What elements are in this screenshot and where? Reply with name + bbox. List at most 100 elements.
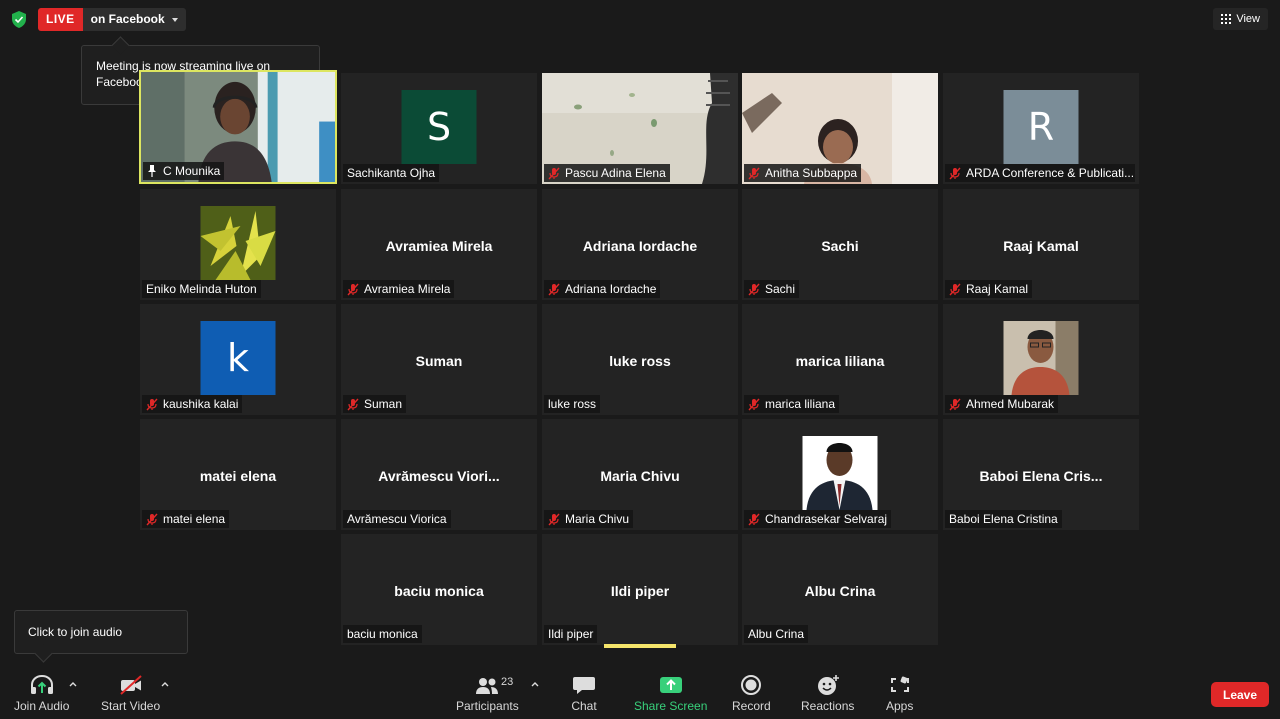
participant-avatar: k: [200, 321, 276, 395]
participant-profile-picture-frame: [802, 436, 878, 510]
mic-muted-icon: [146, 513, 158, 525]
participant-name: Chandrasekar Selvaraj: [765, 512, 888, 526]
participant-display-name: Adriana Iordache: [582, 237, 698, 254]
participant-display-name: Baboi Elena Cris...: [979, 467, 1103, 484]
participant-profile-picture-frame: [200, 206, 276, 280]
participant-tile[interactable]: Sachi Sachi: [742, 189, 938, 300]
participant-tile[interactable]: Avramiea Mirela Avramiea Mirela: [341, 189, 537, 300]
participant-tile[interactable]: Avrămescu Viori... Avrămescu Viorica: [341, 419, 537, 530]
participant-display-name: Avramiea Mirela: [385, 237, 493, 254]
participant-name: baciu monica: [347, 627, 418, 641]
participant-display-name: Ildi piper: [610, 582, 670, 599]
participant-tile[interactable]: Pascu Adina Elena: [542, 73, 738, 184]
live-stream-indicator[interactable]: LIVE on Facebook: [38, 8, 186, 31]
chat-button[interactable]: Chat: [571, 674, 597, 713]
participant-tile[interactable]: Ahmed Mubarak: [943, 304, 1139, 415]
participant-name: kaushika kalai: [163, 397, 239, 411]
participant-name-label: Pascu Adina Elena: [544, 164, 670, 182]
join-audio-tooltip-text: Click to join audio: [28, 625, 123, 639]
participant-tile[interactable]: Chandrasekar Selvaraj: [742, 419, 938, 530]
participant-tile[interactable]: luke ross luke ross: [542, 304, 738, 415]
participant-name-label: C Mounika: [143, 162, 225, 180]
view-button[interactable]: View: [1213, 8, 1268, 30]
mic-muted-icon: [949, 398, 961, 410]
mic-muted-icon: [548, 513, 560, 525]
participant-name: Avramiea Mirela: [364, 282, 451, 296]
participant-tile[interactable]: C Mounika: [139, 70, 337, 184]
participant-display-name: luke ross: [609, 352, 671, 369]
participant-tile[interactable]: S Sachikanta Ojha: [341, 73, 537, 184]
participant-display-name: marica liliana: [795, 352, 885, 369]
participant-name-label: Suman: [343, 395, 407, 413]
participant-tile[interactable]: k kaushika kalai: [140, 304, 336, 415]
participants-icon: [476, 678, 499, 694]
record-button[interactable]: Record: [732, 674, 771, 713]
start-video-label: Start Video: [101, 699, 161, 713]
participant-tile[interactable]: baciu monica baciu monica: [341, 534, 537, 645]
mic-muted-icon: [748, 283, 760, 295]
participant-name: Eniko Melinda Huton: [146, 282, 257, 296]
participant-profile-picture: [200, 206, 276, 280]
leave-button[interactable]: Leave: [1211, 682, 1269, 707]
participant-name: ARDA Conference & Publicati...: [966, 166, 1135, 180]
mic-muted-icon: [347, 283, 359, 295]
mic-muted-icon: [949, 167, 961, 179]
participant-name-label: Sachi: [744, 280, 800, 298]
participant-tile[interactable]: R ARDA Conference & Publicati...: [943, 73, 1139, 184]
participant-name: Anitha Subbappa: [765, 166, 858, 180]
chat-bubble-icon: [573, 677, 595, 694]
chat-label: Chat: [571, 699, 597, 713]
participant-name: Avrămescu Viorica: [347, 512, 447, 526]
apps-button[interactable]: Apps: [886, 674, 913, 713]
reactions-button[interactable]: Reactions: [801, 674, 854, 713]
audio-options-chevron-up-icon[interactable]: [69, 681, 77, 687]
participant-display-name: Sachi: [821, 237, 859, 254]
participant-name: C Mounika: [163, 164, 221, 178]
participant-name-label: Raaj Kamal: [945, 280, 1033, 298]
participant-name: marica liliana: [765, 397, 836, 411]
participant-name: Albu Crina: [748, 627, 805, 641]
participant-name-label: Maria Chivu: [544, 510, 634, 528]
participant-tile[interactable]: Ildi piper Ildi piper: [542, 534, 738, 645]
record-icon: [741, 675, 762, 695]
participant-name: Sachi: [765, 282, 796, 296]
participant-name: Ildi piper: [548, 627, 594, 641]
share-screen-button[interactable]: Share Screen: [634, 674, 707, 713]
participant-tile[interactable]: marica liliana marica liliana: [742, 304, 938, 415]
participant-tile[interactable]: Suman Suman: [341, 304, 537, 415]
participant-tile[interactable]: Baboi Elena Cris... Baboi Elena Cristina: [943, 419, 1139, 530]
participant-display-name: Albu Crina: [804, 582, 876, 599]
participant-name-label: Eniko Melinda Huton: [142, 280, 261, 298]
participant-name-label: baciu monica: [343, 625, 422, 643]
participant-name-label: kaushika kalai: [142, 395, 243, 413]
mic-muted-icon: [748, 167, 760, 179]
participant-name: matei elena: [163, 512, 226, 526]
participant-tile[interactable]: Eniko Melinda Huton: [140, 189, 336, 300]
participant-name: Sachikanta Ojha: [347, 166, 436, 180]
participant-name: Raaj Kamal: [966, 282, 1029, 296]
video-off-icon: [119, 675, 142, 695]
record-label: Record: [732, 699, 771, 713]
start-video-button[interactable]: Start Video: [101, 674, 160, 713]
participant-tile[interactable]: Adriana Iordache Adriana Iordache: [542, 189, 738, 300]
mic-muted-icon: [548, 167, 560, 179]
participant-name-label: Anitha Subbappa: [744, 164, 862, 182]
participant-display-name: Raaj Kamal: [1003, 237, 1079, 254]
participants-options-chevron-up-icon[interactable]: [531, 681, 539, 687]
participant-name: Adriana Iordache: [565, 282, 657, 296]
live-platform-dropdown[interactable]: on Facebook: [82, 8, 186, 31]
participant-tile[interactable]: Albu Crina Albu Crina: [742, 534, 938, 645]
headphones-icon: [30, 674, 53, 694]
participant-tile[interactable]: Maria Chivu Maria Chivu: [542, 419, 738, 530]
participant-tile[interactable]: matei elena matei elena: [140, 419, 336, 530]
participant-tile[interactable]: Raaj Kamal Raaj Kamal: [943, 189, 1139, 300]
chevron-down-icon: [171, 17, 178, 22]
participant-profile-picture-frame: [1003, 321, 1079, 395]
speaking-indicator-bar: [604, 644, 676, 648]
security-shield-icon[interactable]: [11, 11, 27, 28]
share-screen-label: Share Screen: [634, 699, 708, 713]
video-options-chevron-up-icon[interactable]: [161, 681, 169, 687]
participant-name-label: Baboi Elena Cristina: [945, 510, 1062, 528]
join-audio-button[interactable]: Join Audio: [14, 674, 69, 713]
participant-tile[interactable]: Anitha Subbappa: [742, 73, 938, 184]
